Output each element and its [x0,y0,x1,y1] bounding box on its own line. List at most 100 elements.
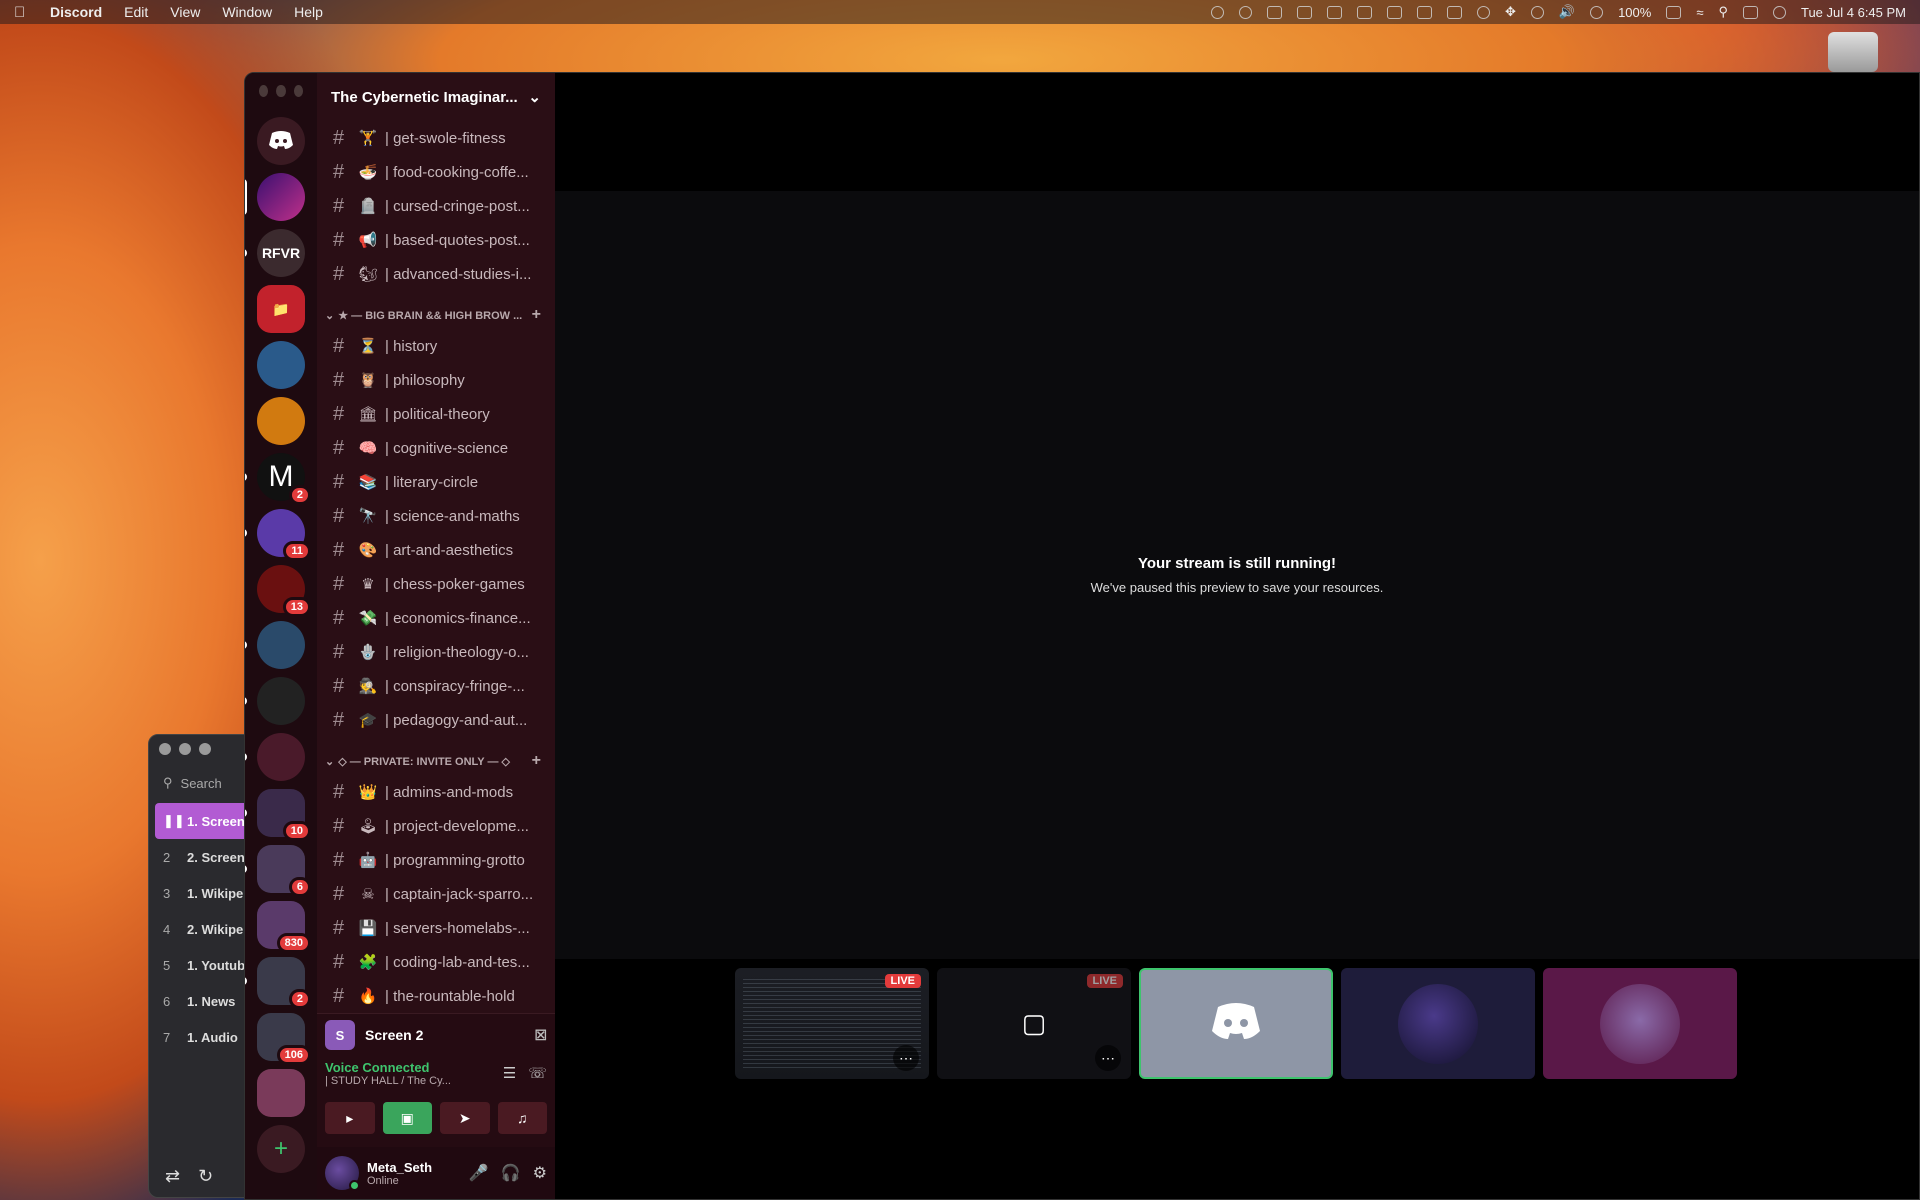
track-item[interactable]: 3 1. Wikipe [149,875,257,911]
server-folder[interactable]: 10 [245,789,311,841]
bluetooth-icon[interactable]: ✥ [1505,4,1516,20]
menu-edit[interactable]: Edit [124,4,148,20]
wifi-icon[interactable]: ≈ [1696,5,1703,20]
direct-messages-button[interactable] [257,117,305,165]
music-search[interactable]: ⚲ Search [155,771,251,795]
track-item[interactable]: 7 1. Audio [149,1019,257,1055]
tray-icon-1[interactable] [1210,5,1224,19]
server-folder[interactable]: 2 [245,957,311,1009]
participant-tile-self[interactable] [1139,968,1333,1079]
minimize-window-button[interactable] [179,743,191,755]
voice-connected-label[interactable]: Voice Connected [325,1060,503,1075]
spotlight-search-icon[interactable]: ⚲ [1718,4,1728,20]
server-folder[interactable]: 📁 [257,285,305,333]
minimize-window-button[interactable] [276,85,286,97]
channel-item[interactable]: # 📚 | literary-circle [325,465,547,499]
stream-preview-row[interactable]: S Screen 2 ☒ [317,1014,555,1056]
stream-viewer[interactable]: Your stream is still running! We've paus… [555,191,1919,959]
track-item[interactable]: ❚❚ 1. Screen [155,803,251,839]
server-icon-cybernetic[interactable] [245,173,305,221]
tray-icon-7[interactable] [1386,5,1402,19]
server-icon[interactable]: RFVR [245,229,305,277]
more-options-icon[interactable]: ⋯ [1095,1045,1121,1071]
tray-icon-2[interactable] [1238,5,1252,19]
screen-share-button[interactable]: ▣ [382,1102,432,1134]
control-center-icon[interactable] [1742,5,1758,19]
server-folder[interactable]: 106 [257,1013,311,1065]
channel-item[interactable]: # 🦉 | philosophy [325,363,547,397]
channel-item[interactable]: # 🧩 | coding-lab-and-tes... [325,945,547,979]
microphone-icon[interactable]: 🎤 [469,1163,489,1183]
server-icon[interactable] [245,733,305,781]
battery-icon[interactable] [1666,5,1682,19]
add-server-button[interactable]: + [257,1125,305,1173]
track-item[interactable]: 2 2. Screen [149,839,257,875]
headphones-icon[interactable]: 🎧 [501,1163,521,1183]
channel-item[interactable]: # 🪬 | religion-theology-o... [325,635,547,669]
server-icon[interactable]: 11 [245,509,311,561]
tray-icon-5[interactable] [1326,5,1342,19]
keyboard-icon[interactable] [1416,5,1432,19]
server-header[interactable]: The Cybernetic Imaginar... ⌄ [317,73,555,121]
channel-item[interactable]: # 🔭 | science-and-maths [325,499,547,533]
zoom-window-button[interactable] [293,85,303,97]
server-folder[interactable] [257,1069,305,1117]
channel-item[interactable]: # 🔥 | the-rountable-hold [325,979,547,1013]
siri-icon[interactable] [1772,5,1786,19]
noise-suppression-icon[interactable]: ☰ [503,1064,516,1082]
hard-drive-icon[interactable] [1828,32,1878,72]
channel-item[interactable]: # ☠ | captain-jack-sparro... [325,877,547,911]
server-folder[interactable]: 830 [257,901,311,953]
participant-tile[interactable] [1543,968,1737,1079]
menu-window[interactable]: Window [222,4,272,20]
channel-item[interactable]: # 💸 | economics-finance... [325,601,547,635]
disconnect-icon[interactable]: ☏ [528,1064,547,1082]
channel-item[interactable]: # 🕹 | project-developme... [325,809,547,843]
server-icon[interactable] [245,677,305,725]
zoom-window-button[interactable] [199,743,211,755]
track-item[interactable]: 4 2. Wikipe [149,911,257,947]
activities-button[interactable]: ➤ [440,1102,490,1134]
time-machine-icon[interactable] [1530,5,1544,19]
track-item[interactable]: 5 1. Youtub [149,947,257,983]
server-icon[interactable]: M2 [245,453,311,505]
display-icon[interactable] [1446,5,1462,19]
stop-stream-icon[interactable]: ☒ [534,1027,547,1044]
soundboard-button[interactable]: ♫ [497,1102,547,1134]
server-icon[interactable]: 13 [257,565,311,617]
more-options-icon[interactable]: ⋯ [893,1045,919,1071]
channel-item[interactable]: # 📢 | based-quotes-post... [325,223,547,257]
channel-item[interactable]: # 🐿 | advanced-studies-i... [325,257,547,291]
channel-item[interactable]: # 🧠 | cognitive-science [325,431,547,465]
help-icon[interactable] [1476,5,1490,19]
tray-icon-3[interactable] [1266,5,1282,19]
user-avatar[interactable] [325,1156,360,1191]
channel-item[interactable]: # 👑 | admins-and-mods [325,775,547,809]
settings-gear-icon[interactable]: ⚙ [533,1163,547,1183]
menu-view[interactable]: View [170,4,200,20]
volume-icon[interactable]: 🔊 [1559,4,1575,20]
tray-icon-4[interactable] [1296,5,1312,19]
create-channel-icon[interactable]: + [532,306,541,324]
play-icon[interactable] [1590,5,1604,19]
channel-item[interactable]: # 🕵 | conspiracy-fringe-... [325,669,547,703]
channel-item[interactable]: # 🎨 | art-and-aesthetics [325,533,547,567]
menu-help[interactable]: Help [294,4,323,20]
shuffle-icon[interactable]: ⇄ [165,1166,180,1187]
apple-menu-icon[interactable]:  [14,4,30,21]
track-item[interactable]: 6 1. News [149,983,257,1019]
create-channel-icon[interactable]: + [532,752,541,770]
participant-tile[interactable] [1341,968,1535,1079]
repeat-icon[interactable]: ↻ [198,1166,213,1187]
server-icon[interactable] [257,397,305,445]
channel-item[interactable]: # 🍜 | food-cooking-coffe... [325,155,547,189]
channel-item[interactable]: # 🤖 | programming-grotto [325,843,547,877]
server-icon[interactable] [257,341,305,389]
app-menu[interactable]: Discord [50,4,102,20]
channel-item[interactable]: # 🪦 | cursed-cringe-post... [325,189,547,223]
channel-item[interactable]: # 🏛 | political-theory [325,397,547,431]
tray-icon-6[interactable] [1356,5,1372,19]
close-window-button[interactable] [159,743,171,755]
category-big-brain[interactable]: ⌄ ★ — BIG BRAIN && HIGH BROW ... + [325,291,547,329]
category-private[interactable]: ⌄ ◇ — PRIVATE: INVITE ONLY — ◇ + [325,737,547,775]
